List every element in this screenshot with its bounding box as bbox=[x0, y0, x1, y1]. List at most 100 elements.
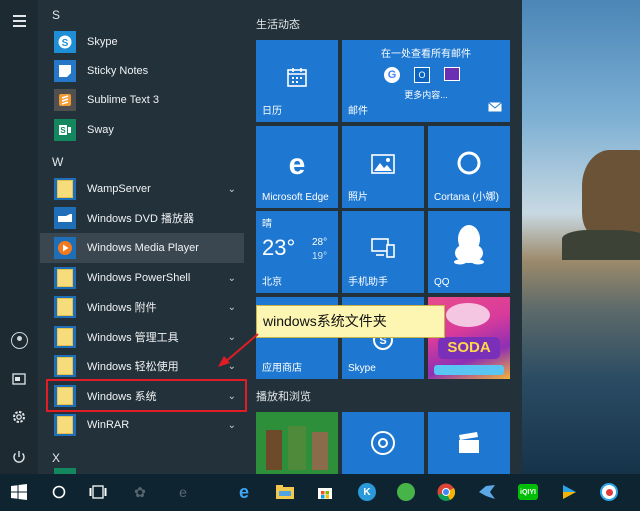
candy-crush-logo: SODA bbox=[438, 337, 500, 359]
chevron-down-icon[interactable]: ⌄ bbox=[228, 420, 236, 431]
chevron-down-icon[interactable]: ⌄ bbox=[228, 302, 236, 313]
skype-icon: S bbox=[54, 31, 76, 53]
chevron-down-icon[interactable]: ⌄ bbox=[228, 184, 236, 195]
tile-label: 日历 bbox=[262, 106, 282, 117]
groove-music-icon bbox=[342, 430, 424, 462]
edge-icon: e bbox=[288, 148, 306, 181]
app-label: Windows 轻松使用 bbox=[87, 361, 179, 373]
app-sublime-text[interactable]: Sublime Text 3 bbox=[40, 85, 244, 115]
app-label: Windows DVD 播放器 bbox=[87, 213, 194, 225]
letter-header-s[interactable]: S bbox=[52, 8, 60, 22]
app-label: WinRAR bbox=[87, 419, 130, 431]
minecraft-character-icon bbox=[288, 426, 306, 470]
weather-high: 28° bbox=[312, 237, 328, 248]
app-label: Windows 管理工具 bbox=[87, 332, 179, 344]
cortana-icon bbox=[428, 150, 510, 182]
wallpaper-shore bbox=[562, 230, 640, 260]
tile-label: 邮件 bbox=[348, 106, 368, 117]
weather-condition: 晴 bbox=[262, 219, 272, 230]
letter-header-x[interactable]: X bbox=[52, 451, 60, 465]
highlight-box bbox=[46, 379, 247, 412]
app-skype[interactable]: S Skype bbox=[40, 27, 244, 57]
cortana-search-icon[interactable] bbox=[46, 479, 72, 505]
edge-browser-icon[interactable]: e bbox=[231, 479, 257, 505]
tile-label: Microsoft Edge bbox=[262, 192, 329, 203]
mail-more: 更多内容... bbox=[404, 90, 448, 100]
weather-temperature: 23° bbox=[262, 235, 296, 260]
app-label: Sway bbox=[87, 124, 114, 136]
app-label: Windows 附件 bbox=[87, 302, 157, 314]
tile-groove-music[interactable] bbox=[342, 412, 424, 474]
annotation-callout: windows系统文件夹 bbox=[256, 305, 445, 338]
outlook-icon: O bbox=[414, 67, 430, 83]
app-windows-powershell[interactable]: Windows PowerShell ⌄ bbox=[40, 263, 244, 293]
tile-photos[interactable]: 照片 bbox=[342, 126, 424, 208]
hamburger-menu-icon[interactable] bbox=[9, 12, 29, 32]
app-label: Sticky Notes bbox=[87, 65, 149, 77]
tile-movies-tv[interactable] bbox=[428, 412, 510, 474]
tile-label: Cortana (小娜) bbox=[434, 192, 500, 203]
app-windows-dvd[interactable]: Windows DVD 播放器 bbox=[40, 203, 244, 233]
app-sway[interactable]: S Sway bbox=[40, 115, 244, 145]
taskbar-app-icon[interactable]: ✿ bbox=[127, 479, 153, 505]
windows-start-icon[interactable] bbox=[6, 479, 32, 505]
tile-mail[interactable]: 在一处查看所有邮件 G O 更多内容... 邮件 bbox=[342, 40, 510, 122]
store-icon[interactable] bbox=[312, 479, 338, 505]
user-account-icon[interactable] bbox=[9, 331, 29, 351]
folder-icon bbox=[54, 414, 76, 436]
app-windows-media-player[interactable]: Windows Media Player bbox=[40, 233, 244, 263]
bird-app-icon[interactable] bbox=[474, 479, 500, 505]
tile-label: 手机助手 bbox=[348, 277, 388, 288]
app-label: WampServer bbox=[87, 183, 151, 195]
yahoo-mail-icon bbox=[444, 67, 460, 81]
annotation-arrow bbox=[218, 333, 259, 367]
folder-icon bbox=[54, 267, 76, 289]
folder-icon bbox=[54, 326, 76, 348]
taskbar-edge-faded-icon[interactable]: e bbox=[170, 479, 196, 505]
candy-crush-bar bbox=[434, 365, 504, 375]
settings-gear-icon[interactable] bbox=[9, 409, 29, 429]
tile-cortana[interactable]: Cortana (小娜) bbox=[428, 126, 510, 208]
letter-header-w[interactable]: W bbox=[52, 155, 63, 169]
app-wampserver[interactable]: WampServer ⌄ bbox=[40, 174, 244, 204]
tile-calendar[interactable]: 日历 bbox=[256, 40, 338, 122]
tile-label: QQ bbox=[434, 277, 450, 288]
envelope-icon bbox=[488, 99, 502, 117]
calendar-icon bbox=[256, 64, 338, 94]
documents-icon[interactable] bbox=[9, 371, 29, 391]
tile-label: 应用商店 bbox=[262, 363, 302, 374]
app-windows-accessories[interactable]: Windows 附件 ⌄ bbox=[40, 292, 244, 322]
tile-minecraft[interactable] bbox=[256, 412, 338, 474]
start-rail bbox=[0, 0, 38, 474]
green-app-icon[interactable] bbox=[393, 479, 419, 505]
power-icon[interactable] bbox=[9, 449, 29, 469]
folder-icon bbox=[54, 178, 76, 200]
sway-icon: S bbox=[54, 119, 76, 141]
movies-tv-icon bbox=[428, 430, 510, 460]
tile-phone-assistant[interactable]: 手机助手 bbox=[342, 211, 424, 293]
candy-crush-graphic bbox=[446, 303, 490, 327]
video-player-icon[interactable] bbox=[556, 479, 582, 505]
k-app-icon[interactable]: K bbox=[354, 479, 380, 505]
app-label: Windows PowerShell bbox=[87, 272, 191, 284]
media-player-icon bbox=[54, 237, 76, 259]
tile-weather[interactable]: 晴 23° 28° 19° 北京 bbox=[256, 211, 338, 293]
minecraft-character-icon bbox=[266, 430, 282, 470]
weather-low: 19° bbox=[312, 251, 328, 262]
app-label: Windows Media Player bbox=[87, 242, 199, 254]
desktop-wallpaper bbox=[522, 0, 640, 474]
tile-microsoft-edge[interactable]: e Microsoft Edge bbox=[256, 126, 338, 208]
tile-qq[interactable]: QQ bbox=[428, 211, 510, 293]
app-label: Sublime Text 3 bbox=[87, 94, 159, 106]
group-title-play: 播放和浏览 bbox=[256, 391, 311, 403]
app-winrar[interactable]: WinRAR ⌄ bbox=[40, 410, 244, 440]
svg-text:S: S bbox=[60, 126, 66, 135]
chrome-icon[interactable] bbox=[433, 479, 459, 505]
screen-capture-icon[interactable] bbox=[596, 479, 622, 505]
qq-penguin-icon bbox=[428, 223, 510, 271]
chevron-down-icon[interactable]: ⌄ bbox=[228, 273, 236, 284]
app-sticky-notes[interactable]: Sticky Notes bbox=[40, 56, 244, 86]
file-explorer-icon[interactable] bbox=[272, 479, 298, 505]
task-view-icon[interactable] bbox=[85, 479, 111, 505]
iqiyi-icon[interactable]: iQIYI bbox=[515, 479, 541, 505]
